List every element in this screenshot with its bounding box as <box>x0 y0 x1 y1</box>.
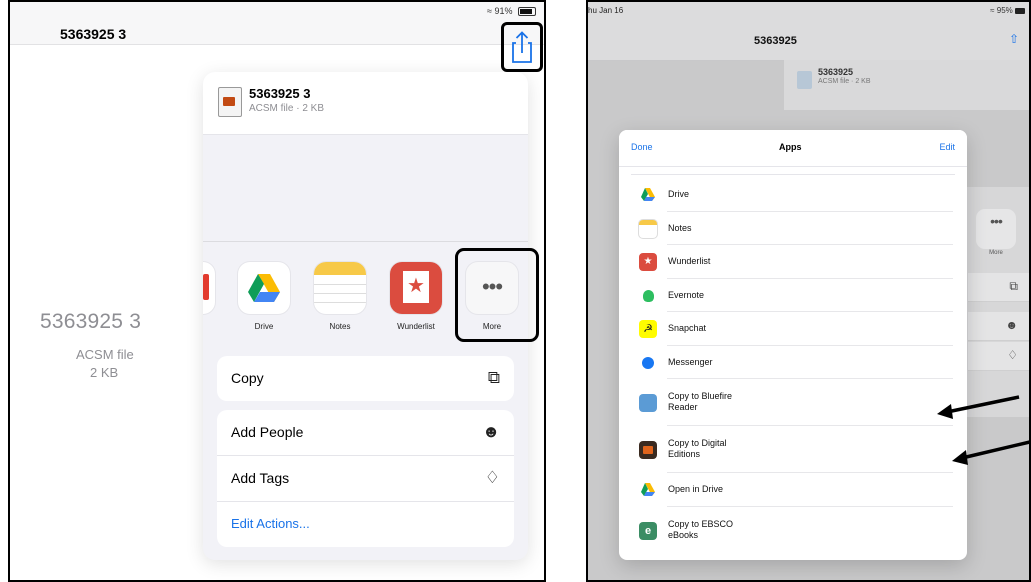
google-drive-icon <box>641 483 655 496</box>
tag-icon: ♢ <box>484 468 500 487</box>
messenger-icon <box>639 354 657 372</box>
share-icon[interactable]: ⇧ <box>1009 32 1019 46</box>
file-size-label: 2 KB <box>90 365 119 380</box>
wifi-icon: ≈ <box>487 6 492 16</box>
file-icon <box>797 71 812 89</box>
app-row-notes[interactable]: Notes <box>619 212 967 246</box>
evernote-icon <box>639 287 657 305</box>
google-drive-icon <box>641 188 655 201</box>
add-tags-action[interactable]: Add Tags ♢ <box>217 456 514 502</box>
action-group-copy: Copy ⧉ <box>217 356 514 401</box>
share-sheet-filemeta: ACSM file · 2 KB <box>249 103 325 114</box>
background-filemeta: ACSM file · 2 KB <box>818 78 871 85</box>
app-row-open-in-drive[interactable]: Open in Drive <box>619 473 967 507</box>
background-people-row: ☻ <box>968 312 1029 341</box>
app-row-label: Messenger <box>668 356 713 367</box>
wunderlist-icon: ★ <box>639 253 657 271</box>
apps-modal-title: Apps <box>779 142 802 152</box>
bluefire-reader-icon <box>639 394 657 412</box>
file-type-label: ACSM file <box>76 347 134 362</box>
app-row-label: Notes <box>668 222 692 233</box>
left-screenshot: ≈ 91% 5363925 3 5363925 3 ACSM file 2 KB… <box>8 0 546 582</box>
app-row-digital-editions[interactable]: Copy to Digital Editions <box>619 426 967 473</box>
app-row-bluefire-reader[interactable]: Copy to Bluefire Reader <box>619 379 967 426</box>
list-divider <box>631 174 955 175</box>
status-date: hu Jan 16 <box>588 6 624 15</box>
document-title: 5363925 3 <box>60 26 127 42</box>
app-row-messenger[interactable]: Messenger <box>619 346 967 380</box>
share-button-highlight[interactable] <box>501 22 543 72</box>
app-row-label: Evernote <box>668 289 705 300</box>
more-highlight-box <box>455 248 539 342</box>
app-row-label: Open in Drive <box>668 484 724 494</box>
done-button[interactable]: Done <box>631 142 653 152</box>
copy-action[interactable]: Copy ⧉ <box>217 356 514 401</box>
ebsco-icon: e <box>639 521 657 540</box>
add-people-icon: ☻ <box>1005 318 1018 332</box>
add-tags-label: Add Tags <box>231 470 290 486</box>
add-people-label: Add People <box>231 424 304 440</box>
app-row-label: Copy to EBSCO eBooks <box>668 518 734 540</box>
edit-actions-row[interactable]: Edit Actions... <box>217 502 514 547</box>
app-row-label: Copy to Bluefire Reader <box>668 391 733 412</box>
app-row-label: Drive <box>668 189 690 199</box>
app-row-wunderlist[interactable]: ★ Wunderlist <box>619 245 967 279</box>
battery-icon <box>1015 7 1025 14</box>
arrow-bluefire <box>937 395 1020 419</box>
app-row-evernote[interactable]: Evernote <box>619 279 967 313</box>
battery-percent: 95% <box>996 6 1013 15</box>
file-name-large: 5363925 3 <box>40 310 142 333</box>
app-row-label: Copy to Digital Editions <box>668 438 727 459</box>
wifi-icon: ≈ <box>990 6 995 15</box>
copy-action-label: Copy <box>231 370 264 386</box>
add-people-icon: ☻ <box>482 422 500 441</box>
app-row-label: Snapchat <box>668 323 707 333</box>
share-sheet-header: 5363925 3 ACSM file · 2 KB <box>203 72 528 135</box>
notes-icon <box>639 219 657 238</box>
status-bar: ≈ 91% <box>487 6 536 17</box>
digital-editions-icon <box>639 441 657 459</box>
battery-percent: 91% <box>494 6 513 16</box>
app-row-drive[interactable]: Drive <box>619 178 967 212</box>
notes-app-icon[interactable] <box>314 262 366 314</box>
background-tags-row: ♢ <box>968 342 1029 371</box>
copy-icon: ⧉ <box>1009 279 1018 293</box>
battery-icon <box>518 7 536 17</box>
edit-button[interactable]: Edit <box>939 142 955 152</box>
wunderlist-app-label: Wunderlist <box>397 322 435 331</box>
wunderlist-app-icon[interactable]: ★ <box>390 262 442 314</box>
app-row-ebsco[interactable]: e Copy to EBSCO eBooks <box>619 507 967 554</box>
tag-icon: ♢ <box>1007 348 1018 362</box>
document-title: 5363925 <box>754 35 797 47</box>
app-row-snapchat[interactable]: ☭ Snapchat <box>619 312 967 346</box>
copy-icon: ⧉ <box>487 368 500 387</box>
background-filename: 5363925 <box>818 67 854 77</box>
share-icon[interactable] <box>504 25 540 69</box>
add-people-action[interactable]: Add People ☻ <box>217 410 514 456</box>
arrow-digital-editions <box>952 440 1029 465</box>
navigation-bar-dimmed <box>588 2 1029 61</box>
drive-app-label: Drive <box>254 322 274 331</box>
airdrop-area <box>203 135 528 242</box>
status-bar-right: ≈ 95% <box>990 6 1025 15</box>
action-group-people-tags: Add People ☻ Add Tags ♢ Edit Actions... <box>217 410 514 547</box>
ellipsis-icon: ••• <box>990 213 1003 229</box>
app-row-label: Wunderlist <box>668 256 711 266</box>
background-share-sheet: ••• More ⧉ ☻ ♢ <box>964 187 1029 417</box>
snapchat-icon: ☭ <box>639 320 657 338</box>
drive-app-icon[interactable] <box>238 262 290 314</box>
partial-app-icon[interactable] <box>203 262 215 314</box>
edit-actions-link[interactable]: Edit Actions... <box>231 516 310 531</box>
background-copy-row: ⧉ <box>968 273 1029 302</box>
notes-app-label: Notes <box>329 322 351 331</box>
share-sheet-filename: 5363925 3 <box>249 86 311 101</box>
acsm-file-icon <box>218 87 242 117</box>
apps-list: Drive Notes ★ Wunderlist Evernote ☭ Snap… <box>619 178 967 554</box>
apps-modal: Done Apps Edit Drive Notes ★ Wunderlist … <box>619 130 967 560</box>
background-file-card: 5363925 ACSM file · 2 KB <box>784 60 1029 110</box>
right-screenshot: hu Jan 16 ≈ 95% 5363925 ⇧ 5363925 ACSM f… <box>586 0 1031 582</box>
apps-modal-header: Done Apps Edit <box>619 130 967 167</box>
background-more-label: More <box>989 250 1003 256</box>
